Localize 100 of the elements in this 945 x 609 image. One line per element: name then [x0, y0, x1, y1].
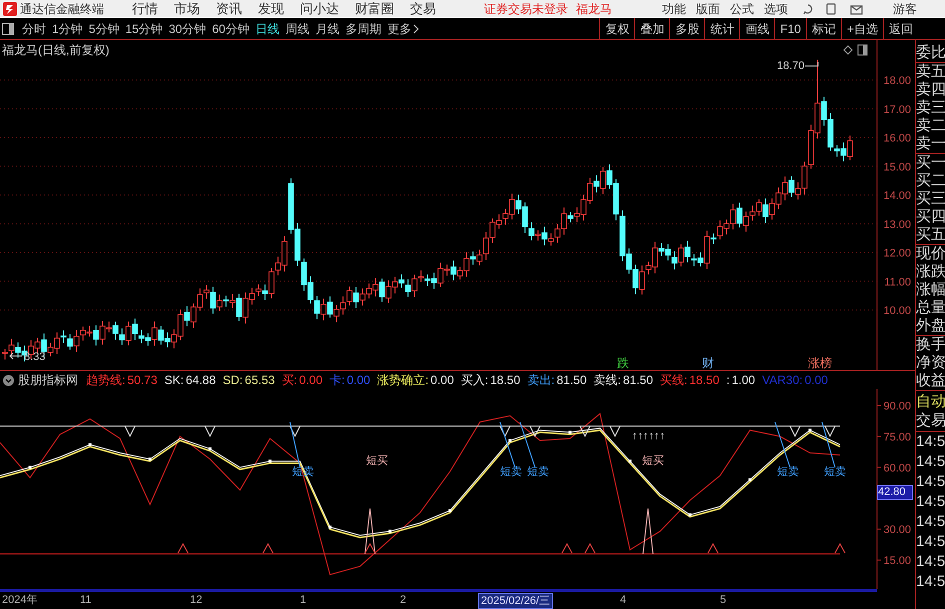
quote-field-label: 买一: [916, 154, 945, 172]
indicator-label: 卡:: [330, 372, 345, 389]
date-label: 12: [190, 593, 202, 607]
toolbar-button[interactable]: 复权: [599, 18, 634, 40]
point: [448, 509, 452, 512]
point: [508, 439, 512, 442]
quote-field-label: 买二: [916, 172, 945, 190]
signal-label: 跌: [617, 356, 629, 370]
indicator-label: :: [726, 372, 730, 389]
period-tab[interactable]: 多周期: [345, 20, 382, 38]
quote-field-label: 卖三: [916, 99, 945, 117]
short-buy-label: 短买: [642, 455, 664, 467]
quote-field-label: 净资: [916, 354, 945, 372]
short-sell-label: 短卖: [527, 466, 549, 478]
period-tab[interactable]: 更多: [387, 20, 412, 38]
menu-item[interactable]: 财富圈: [347, 0, 402, 19]
current-value-label: 42.80: [877, 485, 913, 500]
period-tab[interactable]: 日线: [255, 20, 280, 38]
quote-field-label: 卖四: [916, 81, 945, 99]
indicator-value: 65.53: [244, 372, 275, 389]
indicator-value: 81.50: [556, 372, 587, 389]
short-sell-label: 短卖: [824, 466, 846, 478]
up-arrows-label: ↑↑↑↑↑↑: [632, 430, 665, 442]
toolbar-button[interactable]: 统计: [704, 18, 740, 40]
toolbar-button[interactable]: 画线: [739, 18, 774, 40]
indicator-label: 买:: [282, 372, 298, 389]
menu-item[interactable]: 交易: [402, 0, 444, 19]
quote-field-label: 买四: [916, 208, 945, 226]
period-tab[interactable]: 周线: [285, 20, 310, 38]
point: [148, 458, 152, 461]
short-sell-label: 短卖: [777, 466, 799, 478]
menu-item[interactable]: 发现: [250, 0, 292, 19]
menu-item[interactable]: 市场: [166, 0, 208, 19]
toolbar-button[interactable]: 多股: [669, 18, 704, 40]
trade-time: 14:5: [916, 512, 945, 532]
mode-tab[interactable]: 自动: [916, 393, 945, 412]
indicator-label: 卖线:: [594, 372, 621, 389]
trade-time: 14:5: [916, 572, 945, 592]
price-axis-label: 11.00: [884, 276, 911, 288]
point: [28, 466, 32, 469]
trade-tab[interactable]: 交易: [916, 412, 945, 431]
toolbar-button[interactable]: 标记: [806, 18, 841, 40]
price-axis-label: 12.00: [883, 248, 911, 260]
indicator-label: 涨势确立:: [377, 372, 429, 389]
point: [388, 530, 392, 533]
price-axis-label: 13.00: [883, 218, 911, 231]
indicator-name: 股朋指标网: [18, 372, 78, 389]
quote-field-label: 卖一: [916, 135, 945, 153]
signal-label: 财: [702, 356, 714, 370]
toolbar-button[interactable]: 叠加: [634, 18, 670, 40]
short-sell-label: 短卖: [500, 466, 522, 478]
menu-item[interactable]: 资讯: [208, 0, 250, 19]
quote-field-label: 委比: [916, 44, 945, 62]
period-tab[interactable]: 月线: [315, 20, 340, 38]
period-tab[interactable]: 5分钟: [88, 20, 120, 38]
period-tab[interactable]: 15分钟: [125, 20, 163, 38]
trade-time: 14:5: [916, 452, 945, 472]
chart-title: 福龙马(日线,前复权): [2, 42, 110, 59]
menu-item[interactable]: 功能: [662, 0, 686, 18]
point: [748, 478, 752, 482]
app-title: 通达信金融终端: [20, 1, 104, 18]
trade-time: 14:5: [916, 432, 945, 452]
quote-field-label: 总量: [916, 299, 945, 317]
indicator-value: 18.50: [689, 372, 720, 389]
date-label: 1: [300, 593, 306, 607]
indicator-value: 0.00: [804, 372, 828, 389]
stock-name: 福龙马: [576, 1, 612, 18]
price-axis-label: 14.00: [883, 190, 911, 202]
menu-item[interactable]: 行情: [124, 0, 166, 19]
signal-label: 涨榜: [808, 356, 832, 370]
toolbar-button[interactable]: F10: [774, 18, 806, 40]
price-axis-label: 15.00: [883, 161, 911, 174]
indicator-value: 50.73: [127, 372, 158, 389]
toolbar-button[interactable]: +自选: [840, 18, 883, 40]
point: [328, 526, 332, 529]
indicator-value: 18.50: [490, 372, 520, 389]
price-axis-label: 17.00: [883, 104, 911, 116]
date-label: 2025/02/26/三: [478, 593, 554, 609]
period-tab[interactable]: 分时: [22, 20, 46, 38]
menu-item[interactable]: 版面: [696, 0, 720, 18]
trade-time: 14:5: [916, 532, 945, 552]
indicator-value: 81.50: [623, 372, 654, 389]
quote-field-label: 卖二: [916, 117, 945, 135]
date-label: 4: [620, 593, 626, 607]
toolbar-button[interactable]: 返回: [883, 18, 918, 40]
point: [628, 460, 632, 463]
period-tab[interactable]: 1分钟: [52, 20, 83, 38]
period-tab[interactable]: 60分钟: [212, 20, 250, 38]
trade-time: 14:5: [916, 472, 945, 492]
menu-item[interactable]: 问小达: [292, 0, 347, 19]
indicator-value: 0.00: [346, 372, 370, 389]
indicator-axis-label: 15.00: [883, 555, 911, 568]
user-name: 游客: [893, 1, 917, 18]
point: [688, 513, 692, 516]
menu-item[interactable]: 选项: [764, 0, 788, 18]
menu-item[interactable]: 公式: [730, 0, 754, 18]
indicator-label: SD:: [222, 372, 243, 389]
point: [808, 428, 812, 432]
date-label: 11: [80, 593, 92, 607]
period-tab[interactable]: 30分钟: [168, 20, 206, 38]
